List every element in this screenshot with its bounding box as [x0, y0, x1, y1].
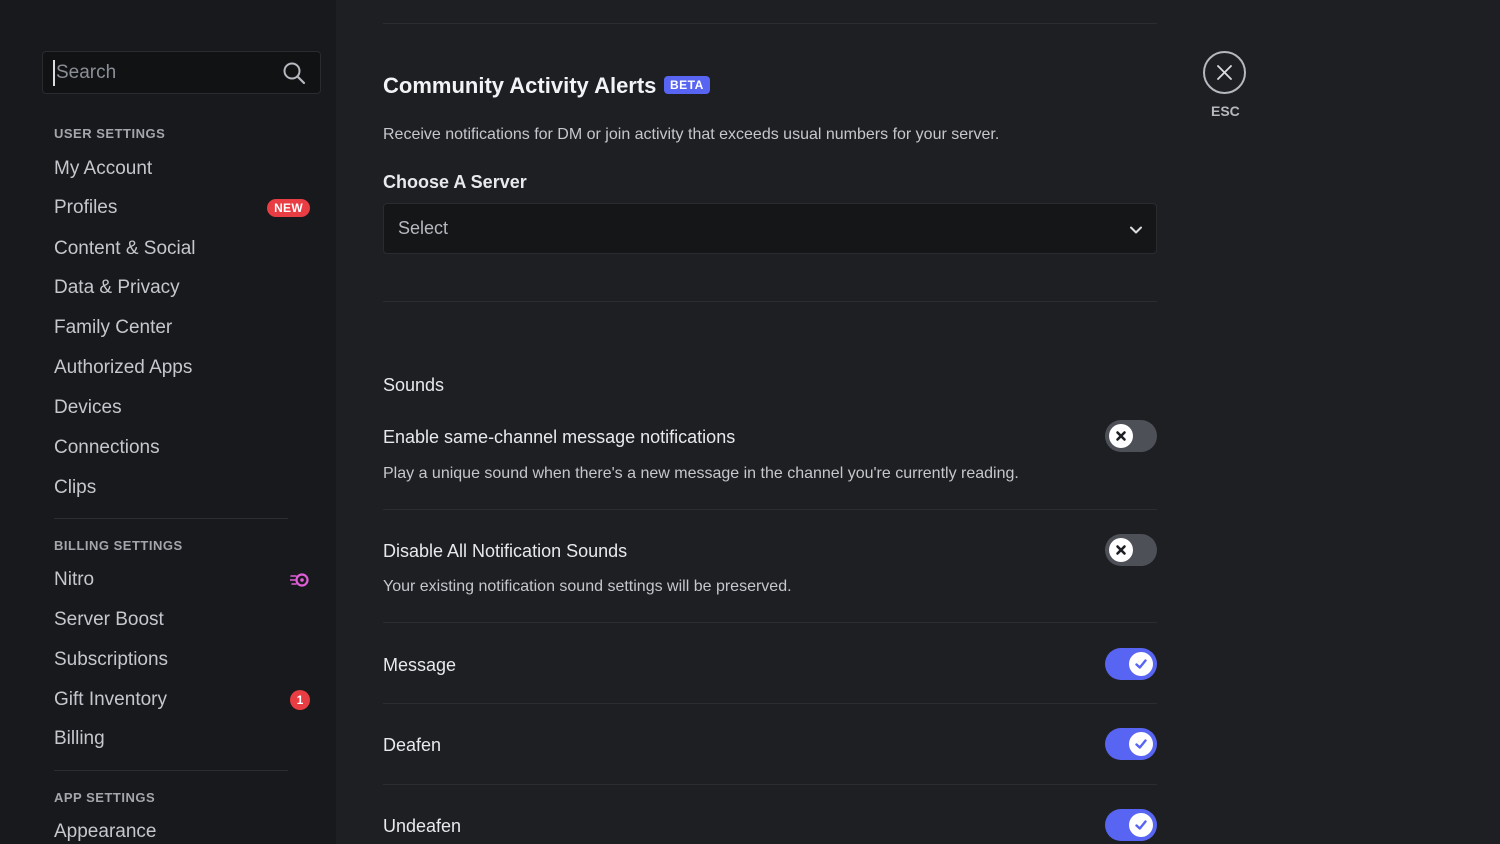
content-divider [383, 784, 1157, 785]
server-select[interactable]: Select [383, 203, 1157, 254]
settings-sidebar: USER SETTINGS My Account Profiles NEW Co… [0, 0, 336, 844]
section-header-billing-settings: BILLING SETTINGS [54, 538, 183, 553]
sidebar-divider [54, 518, 288, 519]
nitro-icon [290, 573, 309, 587]
disable-all-sounds-title: Disable All Notification Sounds [383, 541, 628, 561]
sidebar-item-label: Nitro [54, 569, 95, 590]
sidebar-item-label: Data & Privacy [54, 277, 180, 298]
search-box[interactable] [42, 51, 321, 94]
sidebar-item-my-account[interactable]: My Account [44, 151, 320, 187]
disable-all-sounds-toggle[interactable] [1105, 534, 1157, 566]
sidebar-item-label: Connections [54, 437, 160, 458]
sidebar-item-devices[interactable]: Devices [44, 390, 320, 426]
search-input[interactable] [53, 60, 273, 86]
deafen-sound-title: Deafen [383, 735, 442, 755]
choose-server-label: Choose A Server [383, 172, 527, 192]
sounds-section-header: Sounds [383, 375, 445, 395]
sidebar-item-label: Server Boost [54, 609, 164, 630]
sidebar-item-gift-inventory[interactable]: Gift Inventory 1 [44, 682, 320, 718]
community-alerts-title: Community Activity Alerts [383, 73, 657, 98]
section-header-app-settings: APP SETTINGS [54, 790, 156, 805]
check-icon [1135, 659, 1147, 669]
toggle-knob [1109, 424, 1133, 448]
new-badge: NEW [267, 199, 310, 217]
toggle-knob [1129, 652, 1153, 676]
toggle-knob [1129, 813, 1153, 837]
close-button[interactable] [1203, 51, 1246, 94]
x-icon [1113, 542, 1129, 558]
check-icon [1135, 739, 1147, 749]
content-divider [383, 622, 1157, 623]
sidebar-item-family-center[interactable]: Family Center [44, 310, 320, 346]
x-icon [1113, 428, 1129, 444]
toggle-knob [1109, 538, 1133, 562]
sidebar-item-label: Authorized Apps [54, 357, 193, 378]
sidebar-item-label: Devices [54, 397, 122, 418]
sidebar-item-profiles[interactable]: Profiles NEW [44, 190, 320, 226]
sidebar-item-billing[interactable]: Billing [44, 721, 320, 757]
same-channel-notifications-title: Enable same-channel message notification… [383, 427, 736, 447]
beta-badge: BETA [664, 76, 710, 94]
sidebar-item-connections[interactable]: Connections [44, 430, 320, 466]
sidebar-item-label: Family Center [54, 317, 173, 338]
message-sound-toggle[interactable] [1105, 648, 1157, 680]
sidebar-item-data-privacy[interactable]: Data & Privacy [44, 270, 320, 306]
sidebar-item-label: Clips [54, 477, 97, 498]
esc-label: ESC [1211, 103, 1240, 119]
sidebar-item-nitro[interactable]: Nitro [44, 562, 320, 598]
sidebar-item-label: Gift Inventory [54, 689, 167, 710]
sidebar-item-server-boost[interactable]: Server Boost [44, 602, 320, 638]
toggle-knob [1129, 732, 1153, 756]
sidebar-item-authorized-apps[interactable]: Authorized Apps [44, 350, 320, 386]
sidebar-item-subscriptions[interactable]: Subscriptions [44, 642, 320, 678]
content-divider [383, 23, 1157, 24]
sidebar-item-label: Content & Social [54, 238, 196, 259]
server-select-value: Select [398, 218, 449, 238]
sidebar-item-label: Profiles [54, 197, 118, 218]
notification-count-badge: 1 [290, 690, 310, 710]
deafen-sound-toggle[interactable] [1105, 728, 1157, 760]
search-icon[interactable] [282, 61, 306, 85]
section-header-user-settings: USER SETTINGS [54, 126, 166, 141]
sidebar-item-label: My Account [54, 158, 153, 179]
sidebar-item-appearance[interactable]: Appearance [44, 814, 320, 844]
same-channel-notifications-toggle[interactable] [1105, 420, 1157, 452]
undeafen-sound-title: Undeafen [383, 816, 462, 836]
content-divider [383, 301, 1157, 302]
same-channel-notifications-description: Play a unique sound when there's a new m… [383, 465, 1019, 482]
content-divider [383, 703, 1157, 704]
sidebar-item-clips[interactable]: Clips [44, 470, 320, 506]
check-icon [1135, 820, 1147, 830]
sidebar-item-label: Subscriptions [54, 649, 169, 670]
disable-all-sounds-description: Your existing notification sound setting… [383, 578, 792, 595]
content-divider [383, 509, 1157, 510]
sidebar-item-content-social[interactable]: Content & Social [44, 231, 320, 267]
sidebar-item-label: Billing [54, 728, 105, 749]
sidebar-item-label: Appearance [54, 821, 157, 842]
undeafen-sound-toggle[interactable] [1105, 809, 1157, 841]
message-sound-title: Message [383, 655, 457, 675]
close-icon [1217, 65, 1232, 80]
community-alerts-description: Receive notifications for DM or join act… [383, 126, 1000, 143]
chevron-down-icon [1130, 226, 1142, 234]
sidebar-divider [54, 770, 288, 771]
